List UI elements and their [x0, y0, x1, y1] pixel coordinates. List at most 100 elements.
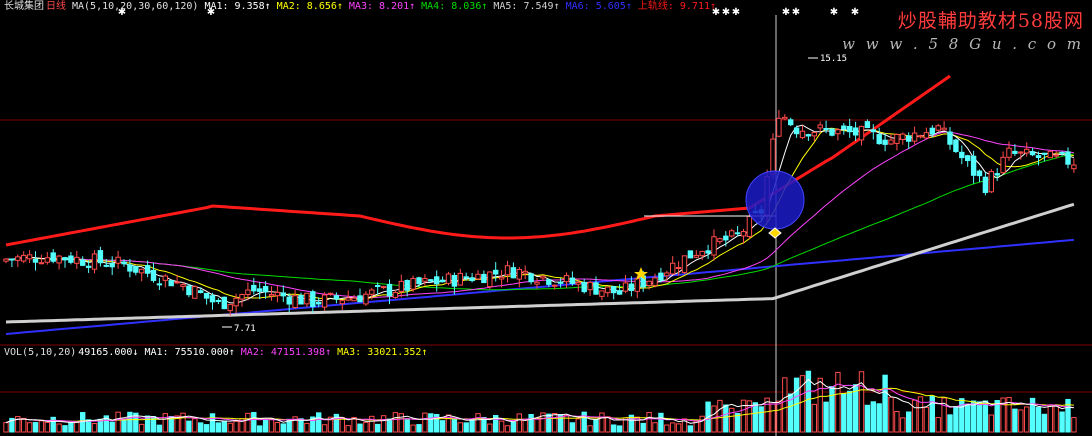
- candle: [788, 119, 794, 126]
- volume-bar: [487, 423, 493, 433]
- candle: [233, 297, 239, 307]
- candle: [481, 273, 487, 284]
- candle: [540, 275, 546, 279]
- candle: [575, 281, 581, 285]
- volume-bar: [404, 419, 410, 433]
- candle: [245, 289, 251, 296]
- candle: [670, 262, 676, 275]
- candle: [646, 280, 652, 287]
- volume-bar: [528, 414, 534, 433]
- ma5-line: [5, 202, 1075, 324]
- candle: [782, 116, 788, 120]
- volume-bar: [1024, 406, 1030, 433]
- candle: [416, 277, 422, 285]
- candle: [56, 255, 62, 264]
- volume-bar: [74, 421, 80, 433]
- candle: [587, 281, 593, 291]
- kline-chart[interactable]: 7.7115.15✱ ✱ ✱ ✱ ✱ ✱ ✱ ✱ ✱: [0, 0, 1092, 436]
- candle: [1035, 155, 1042, 159]
- volume-bar: [321, 424, 328, 433]
- volume-bar: [569, 422, 576, 433]
- watermark-url: w w w . 5 8 G u . c o m: [842, 35, 1084, 53]
- candle: [3, 258, 9, 262]
- volume-bar: [670, 422, 676, 433]
- candle: [333, 295, 340, 300]
- candle: [380, 286, 387, 289]
- candle: [198, 290, 204, 294]
- candle: [286, 296, 292, 305]
- candle: [498, 276, 505, 280]
- candle: [847, 126, 853, 133]
- high-label: 15.15: [820, 54, 847, 64]
- volume-bar: [599, 412, 605, 433]
- candle: [799, 130, 806, 139]
- candle: [605, 286, 611, 294]
- candle: [522, 270, 528, 274]
- candle: [776, 117, 782, 137]
- volume-bar: [345, 425, 351, 433]
- vol-ma2: MA2: 47151.398↑: [240, 347, 332, 358]
- volume-bar: [180, 412, 186, 433]
- candle: [262, 286, 269, 293]
- volume-bar: [80, 412, 86, 433]
- candle: [363, 293, 369, 305]
- candle: [593, 282, 599, 295]
- ma-params: MA(5,10,20,30,60,120): [72, 1, 199, 12]
- upper-line-value: 上轨线: 9.711↑: [637, 1, 717, 12]
- candle: [947, 131, 953, 145]
- volume-bar: [611, 424, 617, 433]
- volume-bar: [882, 374, 888, 433]
- volume-bar: [91, 423, 98, 433]
- candle: [534, 281, 540, 285]
- candle: [103, 264, 109, 267]
- candle: [693, 254, 699, 258]
- candle: [687, 250, 694, 259]
- ma2-value: MA2: 8.656↑: [276, 1, 343, 12]
- volume-bar: [363, 421, 369, 433]
- candle: [351, 297, 357, 302]
- volume-bar: [463, 422, 469, 433]
- upper-line: [5, 74, 951, 247]
- candle: [1047, 150, 1053, 159]
- volume-bar: [504, 425, 511, 433]
- volume-bar: [439, 420, 446, 433]
- volume-bar: [534, 417, 540, 433]
- signal-marker: ✱: [732, 7, 740, 18]
- candle: [428, 279, 434, 282]
- candle: [1041, 152, 1048, 155]
- volume-bar: [729, 407, 735, 433]
- volume-bar: [911, 399, 918, 433]
- candle: [85, 265, 92, 268]
- volume-bar: [870, 401, 876, 433]
- candle: [510, 267, 517, 279]
- candle: [127, 264, 133, 272]
- candle: [876, 134, 882, 145]
- candle: [487, 271, 493, 288]
- candle: [109, 263, 115, 268]
- candle: [369, 289, 375, 295]
- volume-bar: [1071, 417, 1077, 433]
- candle: [552, 284, 558, 287]
- candle: [133, 266, 139, 273]
- volume-bar: [782, 377, 788, 433]
- volume-bar: [646, 412, 652, 433]
- candle: [451, 274, 458, 287]
- candle: [528, 273, 534, 283]
- candle: [386, 283, 393, 297]
- candle: [935, 125, 941, 131]
- volume-bar: [369, 415, 375, 433]
- candle: [970, 155, 977, 176]
- candle: [675, 267, 682, 270]
- candle: [91, 253, 98, 270]
- candle: [994, 173, 1000, 176]
- volume-bar: [422, 412, 428, 433]
- chart-window: 7.71 15.15 ✱ ✱ ✱ ✱ ✱ ✱ ✱ ✱ ✱ 长城集团 日线 MA(5,10,20,30,6…: [0, 0, 1092, 436]
- candle: [38, 262, 45, 265]
- candle: [911, 132, 918, 142]
- candle: [345, 297, 351, 301]
- candle: [1053, 154, 1059, 157]
- low-label: 7.71: [234, 324, 256, 334]
- candle: [463, 276, 469, 279]
- period-label: 日线: [46, 1, 66, 12]
- volume-bar: [304, 422, 310, 433]
